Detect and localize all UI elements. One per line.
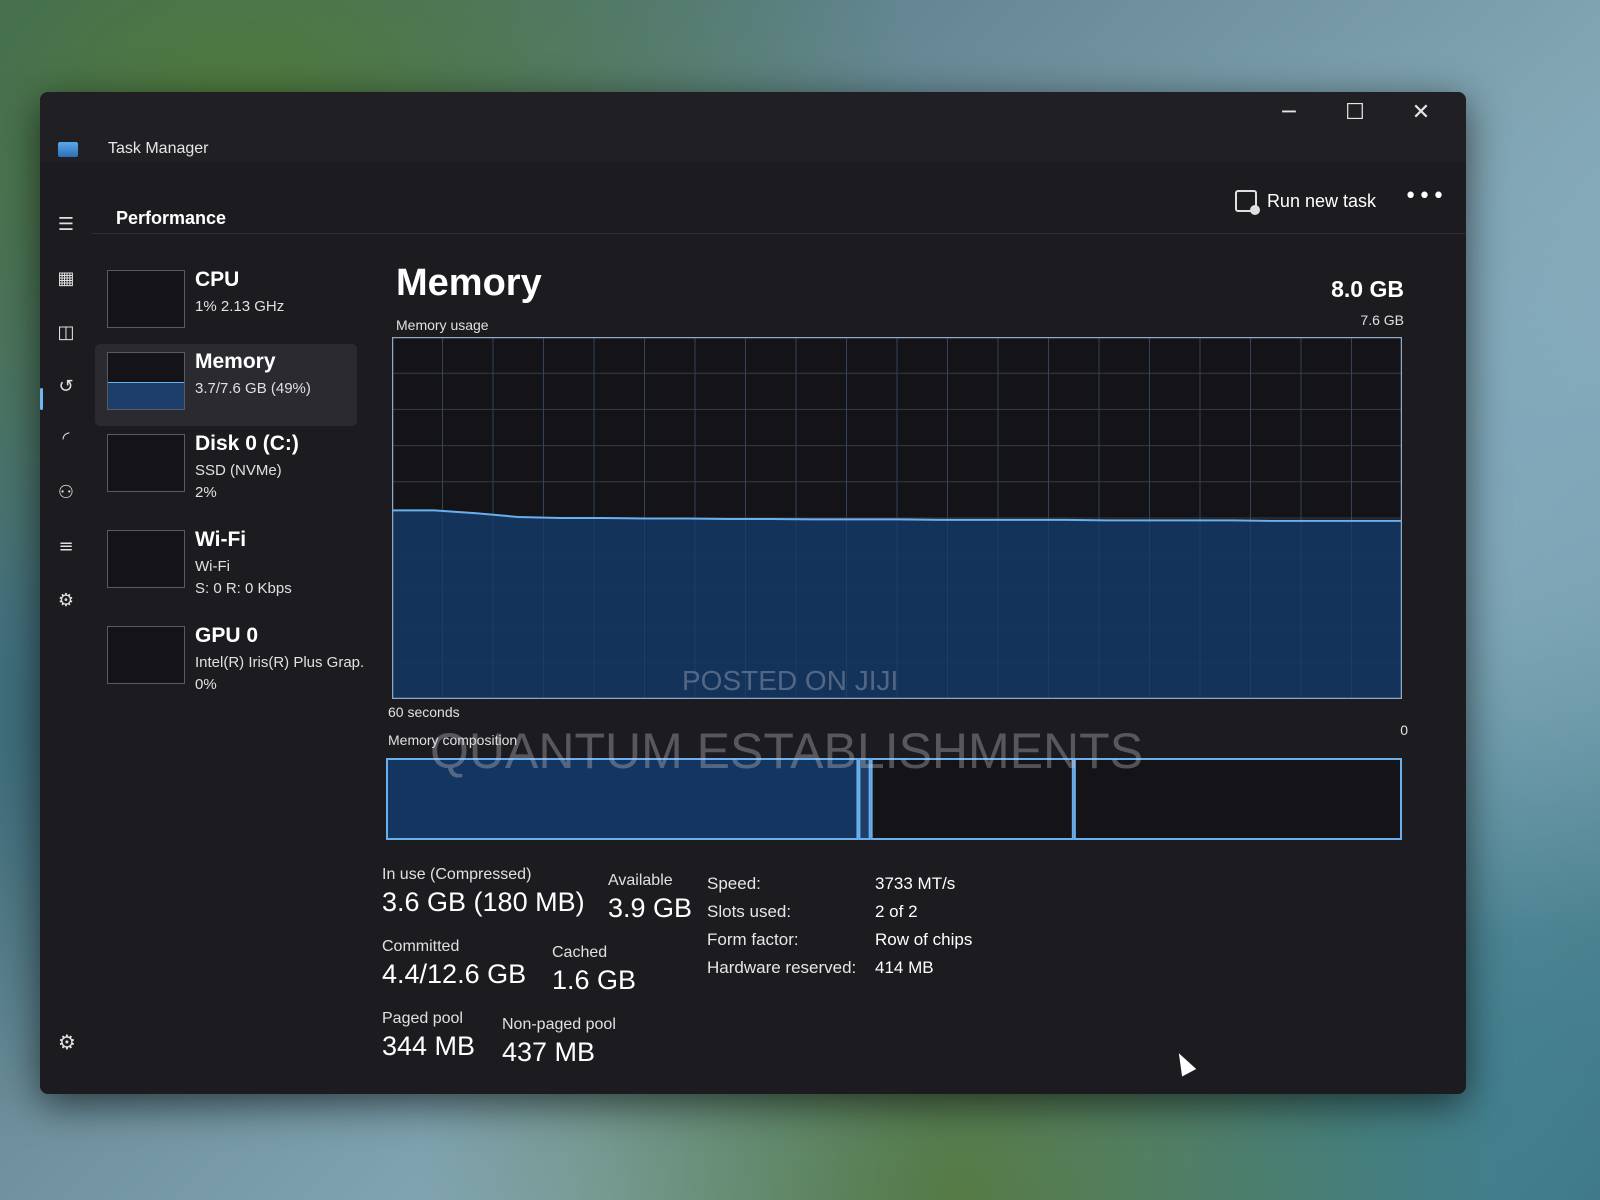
- stat-label: Cached: [552, 944, 608, 961]
- stat-non-paged-pool: Non-paged pool 437 MB: [502, 1016, 616, 1068]
- resource-detail: S: 0 R: 0 Kbps: [195, 580, 292, 597]
- stat-available: Available 3.9 GB: [608, 872, 692, 924]
- navigation-rail: ☰ ▦ ◫ ↺ ◜ ⚇ ≡ ⚙: [40, 162, 92, 1094]
- resource-detail: Intel(R) Iris(R) Plus Grap.: [195, 654, 365, 671]
- performance-icon[interactable]: ◫: [52, 318, 80, 346]
- detail-key: Form factor:: [707, 930, 799, 949]
- memory-usage-graph: [391, 336, 1403, 700]
- composition-in-use-segment: [386, 758, 859, 840]
- stat-label: Available: [608, 872, 673, 889]
- stat-in-use: In use (Compressed) 3.6 GB (180 MB): [382, 866, 585, 918]
- resource-item-wifi[interactable]: Wi-Fi Wi-Fi S: 0 R: 0 Kbps: [95, 522, 357, 604]
- stat-value: 3.9 GB: [608, 893, 693, 923]
- page-title: Performance: [116, 208, 227, 228]
- stat-value: 437 MB: [502, 1037, 596, 1067]
- stat-label: Paged pool: [382, 1010, 463, 1027]
- page-header: Performance Run new task •••: [92, 162, 1466, 234]
- memory-usage-svg: [391, 336, 1403, 700]
- hamburger-menu-icon[interactable]: ☰: [52, 210, 80, 238]
- resource-item-cpu[interactable]: CPU 1% 2.13 GHz: [95, 262, 357, 344]
- stat-paged-pool: Paged pool 344 MB: [382, 1010, 475, 1062]
- composition-modified-segment: [858, 758, 871, 840]
- resource-name: Disk 0 (C:): [195, 432, 299, 455]
- minimize-button[interactable]: ─: [1256, 92, 1322, 132]
- detail-row: Form factor: Row of chips: [707, 930, 972, 958]
- resource-detail: 3.7/7.6 GB (49%): [195, 380, 311, 397]
- detail-key: Hardware reserved:: [707, 958, 857, 977]
- resource-name: Wi-Fi: [195, 528, 247, 551]
- cpu-thumbnail: [107, 270, 185, 328]
- task-manager-window: Task Manager ─ ☐ ✕ ☰ ▦ ◫ ↺ ◜ ⚇ ≡ ⚙ ⚙ Per…: [40, 92, 1466, 1094]
- startup-apps-icon[interactable]: ◜: [52, 424, 80, 452]
- detail-value: Row of chips: [875, 930, 973, 949]
- resource-detail: SSD (NVMe): [195, 462, 282, 479]
- detail-value: 414 MB: [875, 958, 934, 977]
- composition-standby-segment: [870, 758, 1074, 840]
- detail-row: Speed: 3733 MT/s: [707, 874, 972, 902]
- run-new-task-button[interactable]: Run new task: [1234, 184, 1376, 218]
- resource-item-gpu[interactable]: GPU 0 Intel(R) Iris(R) Plus Grap. 0%: [95, 618, 364, 700]
- more-options-button[interactable]: •••: [1404, 184, 1446, 209]
- processes-icon[interactable]: ▦: [52, 264, 80, 292]
- stat-label: Committed: [382, 938, 460, 955]
- memory-composition-label: Memory composition: [388, 732, 518, 748]
- resource-detail: 0%: [195, 676, 217, 693]
- run-task-icon: [1234, 190, 1260, 215]
- services-icon[interactable]: ⚙: [52, 586, 80, 614]
- resource-name: GPU 0: [195, 624, 259, 647]
- resource-item-memory[interactable]: Memory 3.7/7.6 GB (49%): [95, 344, 357, 426]
- wifi-thumbnail: [107, 530, 185, 588]
- run-new-task-label: Run new task: [1266, 190, 1376, 211]
- gpu-thumbnail: [107, 626, 185, 684]
- resource-name: Memory: [195, 350, 276, 373]
- users-icon[interactable]: ⚇: [52, 478, 80, 506]
- detail-key: Slots used:: [707, 902, 792, 921]
- stat-committed: Committed 4.4/12.6 GB: [382, 938, 526, 990]
- disk-thumbnail: [107, 434, 185, 492]
- memory-composition-bar: [386, 758, 1402, 840]
- stat-label: In use (Compressed): [382, 866, 532, 883]
- nav-active-indicator: [40, 388, 43, 410]
- settings-icon[interactable]: ⚙: [58, 1030, 76, 1054]
- resource-detail: 2%: [195, 484, 217, 501]
- app-history-icon[interactable]: ↺: [52, 372, 80, 400]
- stat-label: Non-paged pool: [502, 1016, 616, 1033]
- title-bar: Task Manager ─ ☐ ✕: [40, 92, 1466, 162]
- memory-stats: In use (Compressed) 3.6 GB (180 MB) Avai…: [382, 866, 1282, 1086]
- memory-details: Speed: 3733 MT/s Slots used: 2 of 2 Form…: [707, 874, 972, 986]
- graph-time-label: 60 seconds: [388, 704, 460, 720]
- stat-cached: Cached 1.6 GB: [552, 944, 636, 996]
- graph-zero-label: 0: [1400, 722, 1408, 738]
- memory-total: 8.0 GB: [1331, 276, 1404, 302]
- stat-value: 3.6 GB (180 MB): [382, 887, 585, 917]
- memory-composition-svg: [386, 758, 1402, 840]
- memory-thumbnail-fill: [108, 381, 184, 409]
- stat-value: 344 MB: [382, 1031, 476, 1061]
- detail-row: Hardware reserved: 414 MB: [707, 958, 972, 986]
- stat-value: 1.6 GB: [552, 965, 637, 995]
- maximize-button[interactable]: ☐: [1322, 92, 1388, 132]
- memory-usage-label: Memory usage: [396, 317, 489, 333]
- composition-free-segment: [1073, 758, 1402, 840]
- detail-row: Slots used: 2 of 2: [707, 902, 972, 930]
- window-title: Task Manager: [108, 140, 209, 157]
- detail-key: Speed:: [707, 874, 761, 893]
- details-icon[interactable]: ≡: [52, 532, 80, 560]
- resource-item-disk[interactable]: Disk 0 (C:) SSD (NVMe) 2%: [95, 426, 357, 508]
- memory-thumbnail: [107, 352, 185, 410]
- stat-value: 4.4/12.6 GB: [382, 959, 527, 989]
- detail-value: 2 of 2: [875, 902, 918, 921]
- close-button[interactable]: ✕: [1388, 92, 1454, 132]
- memory-usage-max: 7.6 GB: [1360, 312, 1404, 328]
- resource-name: CPU: [195, 268, 240, 291]
- task-manager-app-icon: [58, 142, 78, 157]
- resource-detail: 1% 2.13 GHz: [195, 298, 285, 315]
- detail-value: 3733 MT/s: [875, 874, 956, 893]
- resource-detail: Wi-Fi: [195, 558, 230, 575]
- memory-heading: Memory: [396, 262, 542, 304]
